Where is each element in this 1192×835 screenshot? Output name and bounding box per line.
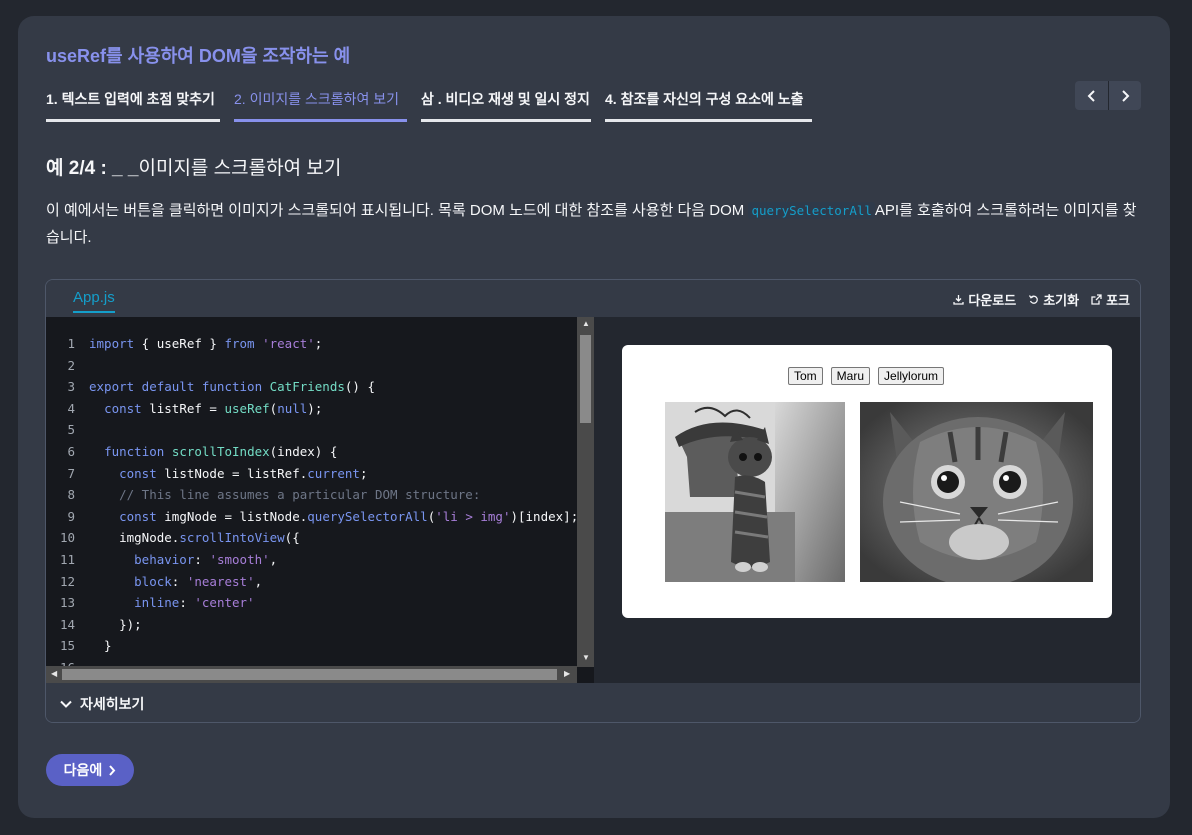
line-number: 6 (67, 443, 75, 459)
line-number: 13 (59, 595, 75, 611)
code-line: 7 const listNode = listRef.current; (46, 463, 578, 485)
download-label: 다운로드 (968, 293, 1017, 308)
reset-button[interactable]: 초기화 (1028, 290, 1079, 309)
tom-button[interactable]: Tom (788, 367, 823, 385)
fork-button[interactable]: 포크 (1091, 290, 1130, 309)
code-line: 2 (46, 355, 578, 377)
code-text: // This line assumes a particular DOM st… (119, 487, 481, 503)
code-text: }); (89, 616, 142, 632)
next-button-label: 다음에 (63, 762, 103, 778)
example-heading: 예 2/4 : _ _이미지를 스크롤하여 보기 (46, 153, 341, 180)
line-number: 9 (67, 508, 75, 524)
line-number: 12 (59, 573, 75, 589)
show-more-label: 자세히보기 (80, 695, 145, 712)
code-line: 14 }); (46, 614, 578, 636)
card-title: useRef를 사용하여 DOM을 조작하는 예 (46, 46, 351, 66)
cat-image-tom (665, 402, 845, 582)
line-number: 14 (59, 616, 75, 632)
scroll-down-icon[interactable]: ▼ (582, 653, 590, 662)
code-line: 12 block: 'nearest', (46, 571, 578, 593)
line-number: 11 (59, 551, 75, 567)
description-text: 이 예에서는 버튼을 클릭하면 이미지가 스크롤되어 표시됩니다. 목록 DOM… (46, 202, 749, 219)
sandbox-header: App.js 다운로드 초기화 포크 (46, 280, 1140, 317)
code-text: const imgNode = listNode.querySelectorAl… (119, 508, 579, 524)
scroll-right-icon[interactable]: ▶ (564, 669, 570, 678)
code-text: block: 'nearest', (134, 573, 263, 589)
code-text: behavior: 'smooth', (134, 551, 278, 567)
line-number: 3 (67, 379, 75, 395)
code-line: 1 import { useRef } from 'react'; (46, 333, 578, 355)
example-counter: 예 2/4 : _ _ (46, 158, 139, 179)
code-text: } (89, 638, 112, 654)
vertical-scroll-thumb[interactable] (580, 335, 591, 423)
code-line: 15 } (46, 635, 578, 657)
chevron-left-icon (1087, 89, 1095, 102)
code-line: 13 inline: 'center' (46, 592, 578, 614)
code-text: imgNode.scrollIntoView({ (89, 530, 300, 546)
tab-expose-ref[interactable]: 4. 참조를 자신의 구성 요소에 노출 (605, 86, 812, 122)
reset-icon (1029, 295, 1039, 304)
next-button[interactable]: 다음에 (46, 754, 134, 786)
scroll-up-icon[interactable]: ▲ (582, 319, 590, 328)
code-editor[interactable]: 1 import { useRef } from 'react'; 2 3 export… (46, 317, 594, 683)
horizontal-scrollbar[interactable]: ◀ ▶ (46, 666, 577, 683)
line-number: 1 (67, 336, 75, 351)
code-line: 9 const imgNode = listNode.querySelector… (46, 506, 578, 528)
line-number: 10 (59, 530, 75, 546)
horizontal-scroll-thumb[interactable] (62, 669, 557, 680)
code-line: 5 (46, 419, 578, 441)
preview-pane: Tom Maru Jellylorum (594, 317, 1140, 683)
code-line: 3 export default function CatFriends() { (46, 376, 578, 398)
cat-buttons: Tom Maru Jellylorum (788, 367, 945, 385)
next-example-button[interactable] (1108, 81, 1141, 110)
chevron-down-icon (60, 700, 72, 708)
chevron-right-icon (1122, 89, 1130, 102)
line-number: 7 (67, 465, 75, 481)
code-text: const listRef = useRef(null); (104, 400, 323, 416)
code-text: export default function CatFriends() { (89, 379, 375, 395)
line-number: 4 (67, 400, 75, 416)
code-line: 11 behavior: 'smooth', (46, 549, 578, 571)
tab-focus-text-input[interactable]: 1. 텍스트 입력에 초점 맞추기 (46, 86, 220, 122)
fork-label: 포크 (1106, 293, 1130, 308)
tab-scroll-image[interactable]: 2. 이미지를 스크롤하여 보기 (234, 86, 407, 122)
vertical-scrollbar[interactable]: ▲ ▼ (577, 317, 594, 667)
code-lines: 1 import { useRef } from 'react'; 2 3 export… (46, 333, 578, 679)
example-tabs: 1. 텍스트 입력에 초점 맞추기 2. 이미지를 스크롤하여 보기 삼 . 비… (46, 86, 812, 122)
previous-example-button[interactable] (1075, 81, 1108, 110)
external-link-icon (1091, 294, 1102, 305)
code-text: const listNode = listRef.current; (119, 465, 368, 481)
sandbox-actions: 다운로드 초기화 포크 (953, 290, 1130, 309)
code-line: 10 imgNode.scrollIntoView({ (46, 527, 578, 549)
line-number: 2 (67, 357, 75, 373)
line-number: 5 (67, 422, 75, 438)
download-icon (953, 295, 964, 305)
line-number: 15 (59, 638, 75, 654)
preview-frame: Tom Maru Jellylorum (622, 345, 1112, 618)
maru-button[interactable]: Maru (830, 367, 871, 385)
code-sandbox: App.js 다운로드 초기화 포크 1 import { useRef } fr… (45, 279, 1141, 723)
example-description: 이 예에서는 버튼을 클릭하면 이미지가 스크롤되어 표시됩니다. 목록 DOM… (46, 197, 1141, 251)
code-line: 4 const listRef = useRef(null); (46, 398, 578, 420)
code-text: inline: 'center' (134, 595, 255, 611)
tab-video-play-pause[interactable]: 삼 . 비디오 재생 및 일시 정지 (421, 86, 591, 122)
cat-image-maru (860, 402, 1093, 582)
code-line: 8 // This line assumes a particular DOM … (46, 484, 578, 506)
code-text: function scrollToIndex(index) { (104, 443, 338, 459)
example-title: 이미지를 스크롤하여 보기 (138, 158, 342, 179)
line-number: 8 (67, 487, 75, 503)
chevron-right-icon (109, 764, 116, 776)
reset-label: 초기화 (1043, 293, 1080, 308)
code-text: import { useRef } from 'react'; (89, 336, 323, 351)
download-button[interactable]: 다운로드 (953, 290, 1016, 309)
file-tab-app-js[interactable]: App.js (73, 289, 115, 313)
code-line: 6 function scrollToIndex(index) { (46, 441, 578, 463)
jellylorum-button[interactable]: Jellylorum (878, 367, 945, 385)
example-pager (1075, 81, 1141, 110)
challenge-card: useRef를 사용하여 DOM을 조작하는 예 1. 텍스트 입력에 초점 맞… (18, 16, 1170, 818)
inline-code: querySelectorAll (748, 202, 875, 219)
show-more-button[interactable]: 자세히보기 (46, 683, 1140, 722)
scroll-left-icon[interactable]: ◀ (51, 669, 57, 678)
